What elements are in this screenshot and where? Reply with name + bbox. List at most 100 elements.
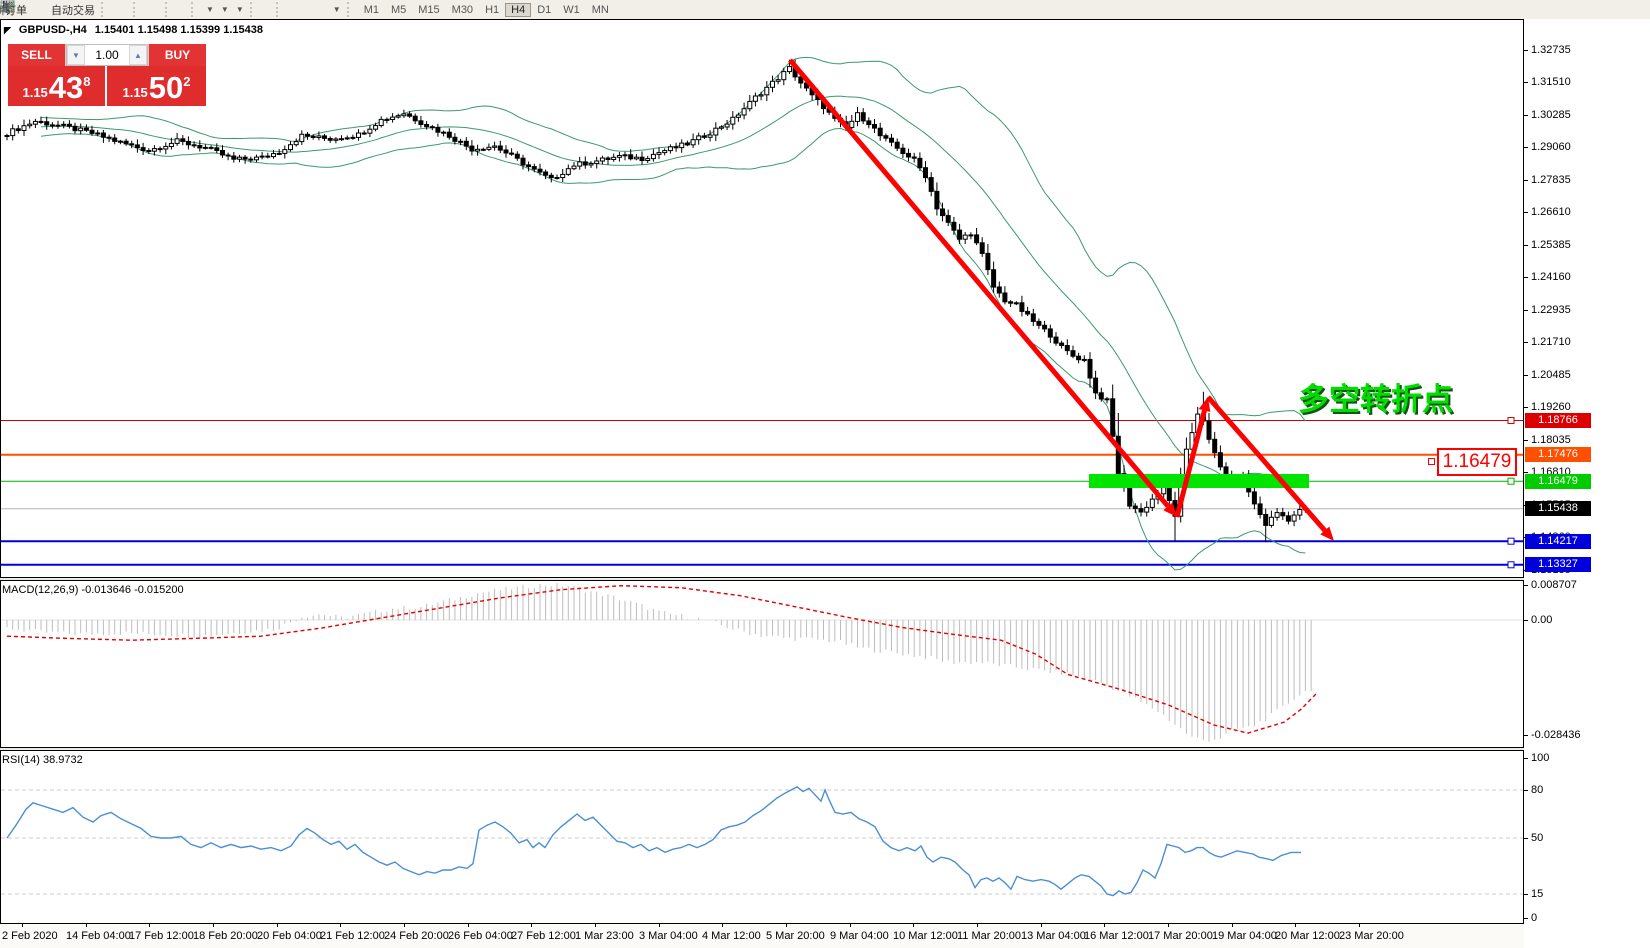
time-label: 20 Feb 04:00 [257,930,322,942]
autotrade-label: 自动交易 [51,2,95,18]
time-tick [722,924,723,927]
time-tick [1168,924,1169,927]
time-label: 4 Mar 12:00 [702,930,761,942]
time-tick [1295,924,1296,927]
macd-tick: 0.00 [1524,613,1552,627]
price-badge: 1.17476 [1525,447,1591,462]
macd-indicator-label: MACD(12,26,9) -0.013646 -0.015200 [2,584,184,596]
time-label: 27 Feb 12:00 [511,930,576,942]
sell-price-big: 43 [49,73,83,103]
price-tick: 1.21710 [1524,335,1571,349]
chart-ohlc: 1.15401 1.15498 1.15399 1.15438 [95,24,263,36]
time-axis[interactable]: 2 Feb 2020 14 Feb 04:0017 Feb 12:0018 Feb… [0,924,1524,948]
timeframe-m5[interactable]: M5 [385,3,412,17]
rsi-tick: 0 [1524,911,1537,925]
time-label: 11 Mar 20:00 [957,930,1021,942]
time-label: 2 Feb 2020 [2,930,58,942]
time-tick [786,924,787,927]
price-tick: 1.27835 [1524,173,1571,187]
price-tick: 1.20485 [1524,368,1571,382]
template-button[interactable]: ▼ [232,1,247,18]
caret-down-icon: ▼ [221,5,229,14]
macd-canvas[interactable] [1,581,1523,747]
volume-increase-button[interactable]: ▲ [129,45,147,65]
timeframe-w1[interactable]: W1 [557,3,586,17]
timeframe-m30[interactable]: M30 [446,3,479,17]
sell-button[interactable]: SELL [8,44,66,66]
buy-price[interactable]: 1.15 50 2 [107,66,206,106]
time-label: 13 Mar 04:00 [1021,930,1086,942]
time-label: 9 Mar 04:00 [830,930,889,942]
price-annotation-label[interactable]: 1.16479 [1437,448,1517,476]
svg-text:多空转折点: 多空转折点 [1298,382,1453,417]
chart-title: ◤ GBPUSD-,H4 1.15401 1.15498 1.15399 1.1… [4,24,263,36]
time-label: 3 Mar 04:00 [639,930,698,942]
time-label: 5 Mar 20:00 [766,930,825,942]
price-tick: 1.25385 [1524,238,1571,252]
autotrade-button[interactable]: 自动交易 [48,1,98,18]
main-chart-canvas[interactable]: 多空转折点多空转折点 [1,20,1523,577]
timeframe-d1[interactable]: D1 [531,3,557,17]
crosshair-tool-button[interactable] [267,1,273,18]
time-tick [1104,924,1105,927]
buy-button[interactable]: BUY [148,44,206,66]
time-label: 18 Feb 20:00 [193,930,258,942]
volume-control: ▼ ▲ [66,44,148,66]
separator [250,2,258,17]
rsi-tick: 15 [1524,887,1543,901]
rsi-tick: 50 [1524,831,1543,845]
time-tick [850,924,851,927]
price-axis[interactable]: 1.327351.315101.302851.290601.278351.266… [1524,19,1650,948]
timeframe-m1[interactable]: M1 [358,3,385,17]
separator [191,2,199,17]
time-tick [22,924,23,927]
sell-price[interactable]: 1.15 43 8 [8,66,107,106]
caret-down-icon: ▼ [206,5,214,14]
time-label: 17 Feb 12:00 [129,930,194,942]
price-tick: 1.22935 [1524,303,1571,317]
separator [276,2,284,17]
timeframe-m15[interactable]: M15 [412,3,445,17]
shapes-tool[interactable]: ▼ [329,1,344,18]
timeframe-h1[interactable]: H1 [479,3,505,17]
price-tick: 1.19260 [1524,400,1571,414]
period-clock-button[interactable]: ▼ [217,1,232,18]
time-label: 16 Mar 12:00 [1084,930,1149,942]
add-indicator-button[interactable]: ▼ [202,1,217,18]
separator [101,2,109,17]
sell-price-pip: 8 [83,74,90,89]
annotation-handle[interactable] [1428,458,1435,465]
chart-shift-button[interactable] [182,1,188,18]
price-tick: 1.32735 [1524,43,1571,57]
macd-tick: 0.008707 [1524,578,1577,592]
chart-symbol: GBPUSD-,H4 [19,24,87,36]
time-tick [340,924,341,927]
line-chart-button[interactable] [124,1,130,18]
time-label: 14 Feb 04:00 [66,930,131,942]
price-tick: 1.24160 [1524,270,1571,284]
rsi-canvas[interactable] [1,751,1523,923]
price-badge: 1.13327 [1525,557,1591,572]
timeframe-group: M1M5M15M30H1H4D1W1MN [358,4,615,16]
tile-windows-button[interactable] [156,1,162,18]
timeframe-h4[interactable]: H4 [505,3,531,17]
toolbar: 新订单 自动交易 ▼ ▼ ▼ E F A T ▼ [0,0,1650,20]
time-tick [86,924,87,927]
separator [347,2,355,17]
time-tick [1232,924,1233,927]
time-tick [659,924,660,927]
volume-decrease-button[interactable]: ▼ [67,45,85,65]
price-badge: 1.14217 [1525,534,1591,549]
macd-tick: -0.028436 [1524,728,1581,742]
timeframe-mn[interactable]: MN [586,3,615,17]
time-tick [149,924,150,927]
time-tick [404,924,405,927]
time-tick [977,924,978,927]
time-label: 17 Mar 20:00 [1148,930,1213,942]
time-tick [468,924,469,927]
volume-input[interactable] [85,45,129,65]
rsi-indicator-label: RSI(14) 38.9732 [2,754,83,766]
time-tick [595,924,596,927]
buy-price-pip: 2 [183,74,190,89]
collapse-panel-icon[interactable]: ◤ [4,25,11,36]
